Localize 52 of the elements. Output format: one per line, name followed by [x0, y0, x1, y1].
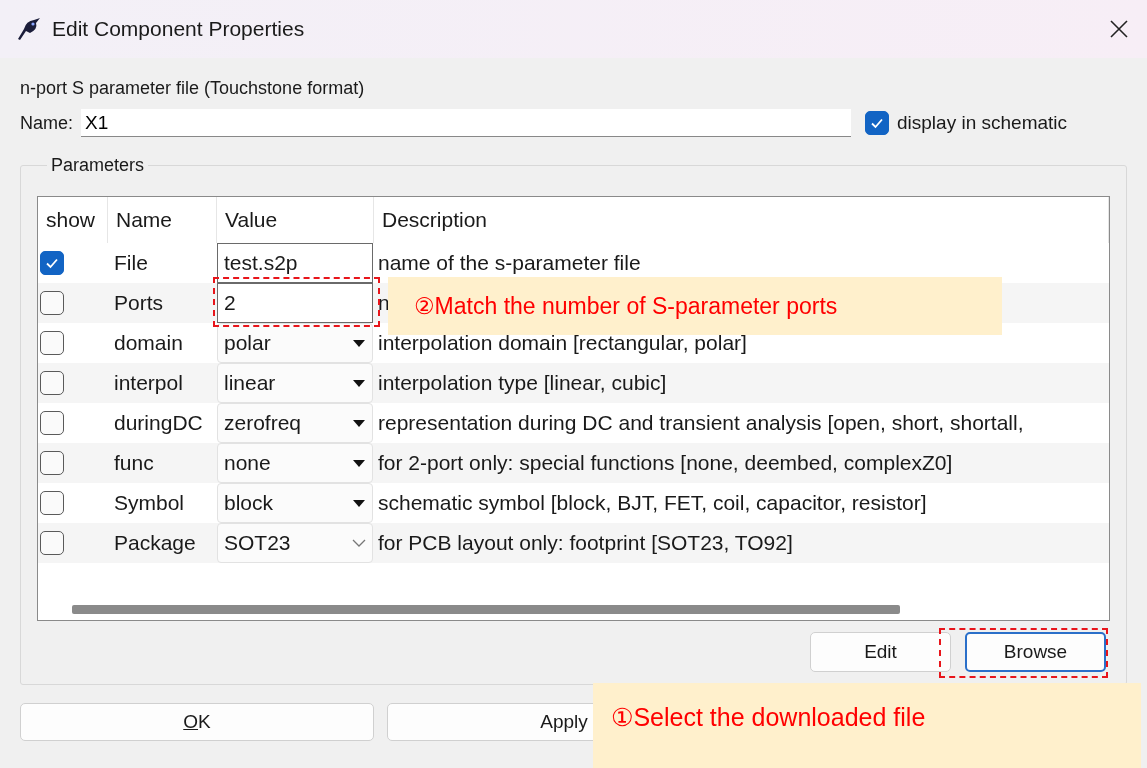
show-checkbox[interactable] [40, 451, 64, 475]
browse-button[interactable]: Browse [965, 632, 1106, 672]
table-cell: Ports [108, 283, 217, 323]
show-checkbox[interactable] [40, 531, 64, 555]
window-title: Edit Component Properties [52, 17, 306, 41]
table-cell: for PCB layout only: footprint [SOT23, TO92] [374, 523, 1109, 563]
annotation-tooltip: ①Select the downloaded file [593, 683, 1141, 768]
annotation-tooltip: ②Match the number of S-parameter ports [388, 277, 1002, 335]
value-dropdown[interactable]: linear [217, 363, 373, 403]
dropdown-arrow-icon [352, 498, 366, 508]
column-header[interactable]: show [38, 197, 108, 243]
scrollbar-thumb[interactable] [72, 604, 900, 614]
table-cell: for 2-port only: special functions [none, deembed, complexZ0] [374, 443, 1109, 483]
edit-button[interactable]: Edit [810, 632, 951, 672]
table-cell-text: domain [113, 330, 184, 356]
value-field[interactable]: test.s2p [217, 243, 373, 283]
dropdown-arrow-icon [352, 338, 366, 348]
table-cell: interpolation type [linear, cubic] [374, 363, 1109, 403]
table-cell-text: name of the s-parameter file [377, 250, 642, 276]
dropdown-arrow-icon [352, 458, 366, 468]
value-dropdown[interactable]: zerofreq [217, 403, 373, 443]
show-checkbox[interactable] [40, 371, 64, 395]
value-field[interactable]: 2 [217, 283, 373, 323]
value-dropdown[interactable]: none [217, 443, 373, 483]
show-checkbox[interactable] [40, 411, 64, 435]
value-combobox[interactable]: SOT23 [217, 523, 373, 563]
show-checkbox[interactable] [40, 491, 64, 515]
table-cell: interpol [108, 363, 217, 403]
table-cell-text: schematic symbol [block, BJT, FET, coil, capacitor, resistor] [377, 490, 928, 516]
value-dropdown[interactable]: polar [217, 323, 373, 363]
ok-button[interactable]: OK [20, 703, 374, 741]
chevron-down-icon [352, 538, 366, 548]
display-checkbox[interactable] [865, 111, 889, 135]
value-dropdown[interactable]: block [217, 483, 373, 523]
group-title: Parameters [50, 155, 146, 176]
show-checkbox[interactable] [40, 251, 64, 275]
name-field[interactable]: X1 [81, 109, 851, 137]
display-label: display in schematic [897, 112, 1068, 134]
dropdown-arrow-icon [352, 378, 366, 388]
table-cell: Package [108, 523, 217, 563]
table-cell: func [108, 443, 217, 483]
dropdown-arrow-icon [352, 418, 366, 428]
column-header[interactable]: Name [108, 197, 217, 243]
table-cell-text: duringDC [113, 410, 204, 436]
component-description: n-port S parameter file (Touchstone format) [20, 78, 365, 99]
column-header[interactable]: Description [374, 197, 1109, 243]
table-cell-text: representation during DC and transient analysis [open, short, shortall, [377, 410, 1025, 436]
table-cell-text: File [113, 250, 149, 276]
show-checkbox[interactable] [40, 331, 64, 355]
show-checkbox[interactable] [40, 291, 64, 315]
name-label: Name: [20, 112, 73, 134]
table-cell-text: Symbol [113, 490, 186, 516]
